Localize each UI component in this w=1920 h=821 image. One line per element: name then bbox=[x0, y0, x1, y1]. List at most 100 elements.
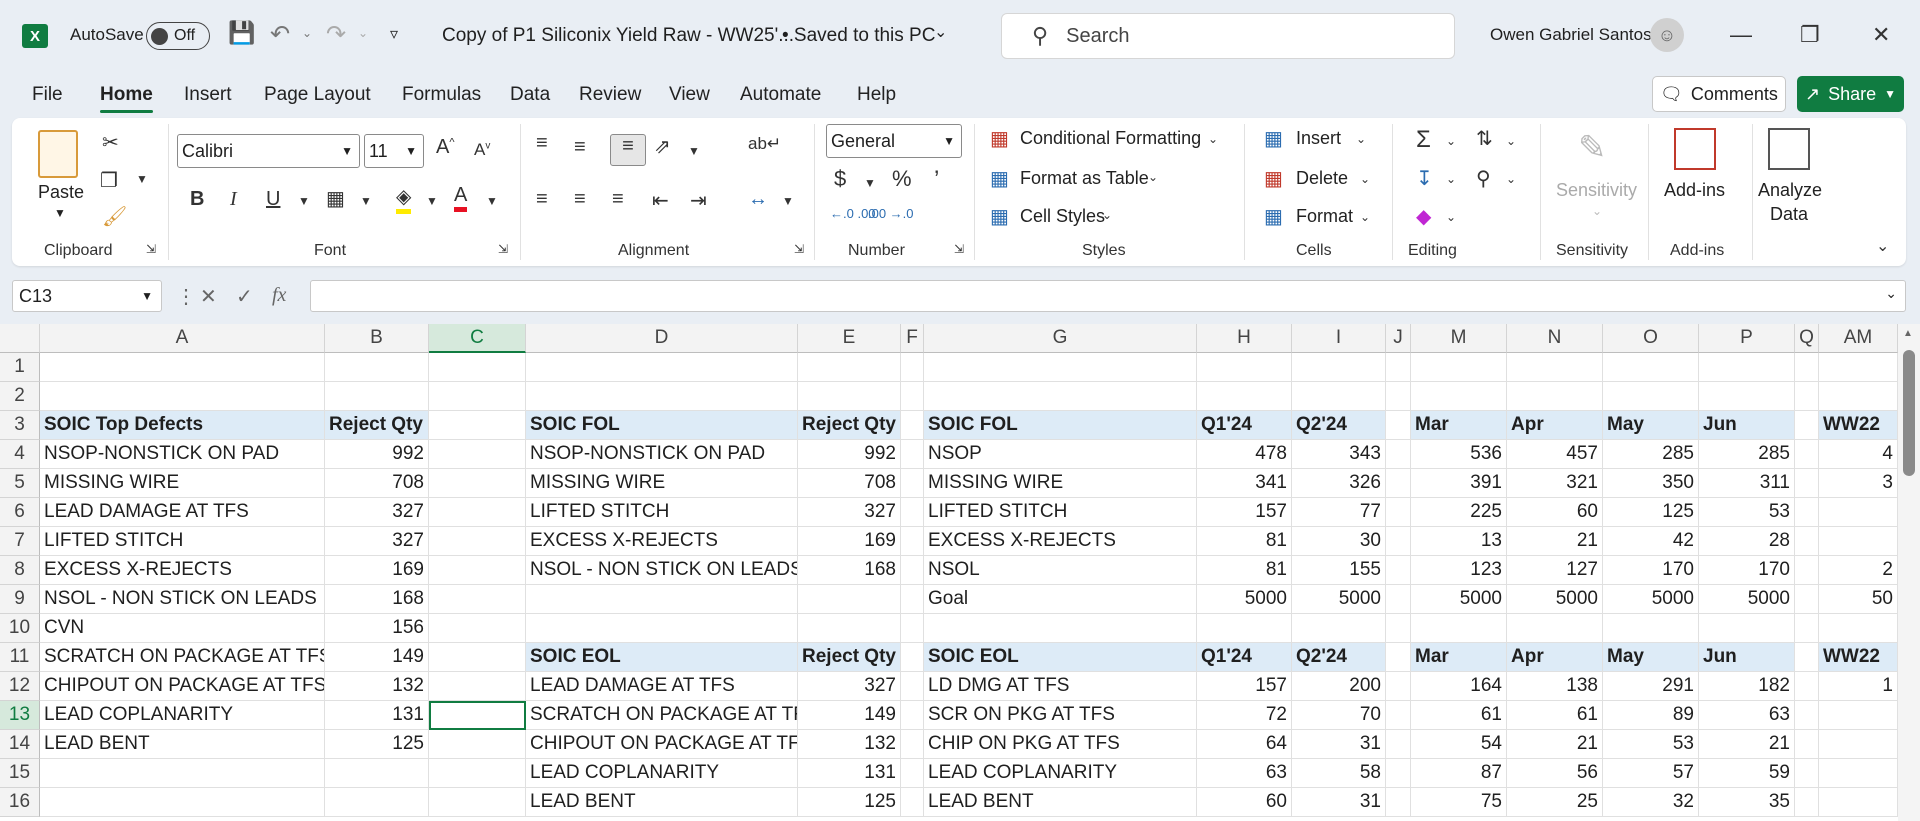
cell-a1[interactable] bbox=[40, 353, 325, 382]
cell-q12[interactable] bbox=[1795, 672, 1819, 701]
cell-a13[interactable]: LEAD COPLANARITY bbox=[40, 701, 325, 730]
cell-c5[interactable] bbox=[429, 469, 526, 498]
cell-q8[interactable] bbox=[1795, 556, 1819, 585]
cell-am16[interactable] bbox=[1819, 788, 1898, 817]
format-painter-icon[interactable]: 🖌 bbox=[102, 204, 127, 229]
cell-g14[interactable]: CHIP ON PKG AT TFS bbox=[924, 730, 1197, 759]
cell-n4[interactable]: 457 bbox=[1507, 440, 1603, 469]
font-color-icon[interactable]: A bbox=[454, 184, 468, 212]
cell-c6[interactable] bbox=[429, 498, 526, 527]
cell-b13[interactable]: 131 bbox=[325, 701, 429, 730]
cell-c2[interactable] bbox=[429, 382, 526, 411]
cell-i5[interactable]: 326 bbox=[1292, 469, 1386, 498]
font-color-dropdown-icon[interactable]: ▼ bbox=[486, 194, 498, 208]
autosum-dropdown-icon[interactable]: ⌄ bbox=[1446, 134, 1456, 148]
cell-m3[interactable]: Mar bbox=[1411, 411, 1507, 440]
insert-cells-chevron-icon[interactable]: ⌄ bbox=[1356, 132, 1366, 146]
add-ins-button[interactable]: Add-ins bbox=[1664, 180, 1725, 201]
cell-g1[interactable] bbox=[924, 353, 1197, 382]
cell-a16[interactable] bbox=[40, 788, 325, 817]
orientation-dropdown-icon[interactable]: ▼ bbox=[688, 144, 700, 158]
analyze-data-button[interactable]: Analyze bbox=[1758, 180, 1822, 201]
share-button[interactable]: ↗ Share ▼ bbox=[1797, 76, 1904, 112]
cell-h15[interactable]: 63 bbox=[1197, 759, 1292, 788]
tab-page-layout[interactable]: Page Layout bbox=[264, 84, 371, 106]
cell-b2[interactable] bbox=[325, 382, 429, 411]
cell-g4[interactable]: NSOP bbox=[924, 440, 1197, 469]
decrease-indent-icon[interactable]: ⇤ bbox=[652, 188, 669, 213]
cell-am9[interactable]: 50 bbox=[1819, 585, 1898, 614]
cell-e11[interactable]: Reject Qty bbox=[798, 643, 901, 672]
cell-b3[interactable]: Reject Qty bbox=[325, 411, 429, 440]
cell-f6[interactable] bbox=[901, 498, 924, 527]
cell-a2[interactable] bbox=[40, 382, 325, 411]
cell-g9[interactable]: Goal bbox=[924, 585, 1197, 614]
cell-m4[interactable]: 536 bbox=[1411, 440, 1507, 469]
cell-c4[interactable] bbox=[429, 440, 526, 469]
cell-n15[interactable]: 56 bbox=[1507, 759, 1603, 788]
cell-m13[interactable]: 61 bbox=[1411, 701, 1507, 730]
cell-j13[interactable] bbox=[1386, 701, 1411, 730]
scrollbar-thumb[interactable] bbox=[1903, 350, 1915, 476]
underline-icon[interactable]: U bbox=[266, 188, 280, 211]
cell-a6[interactable]: LEAD DAMAGE AT TFS bbox=[40, 498, 325, 527]
cancel-icon[interactable]: ✕ bbox=[200, 284, 217, 309]
cell-e15[interactable]: 131 bbox=[798, 759, 901, 788]
cell-d9[interactable] bbox=[526, 585, 798, 614]
cell-am2[interactable] bbox=[1819, 382, 1898, 411]
align-bottom-icon[interactable]: ≡ bbox=[610, 134, 646, 166]
row-header[interactable]: 2 bbox=[0, 382, 40, 411]
cell-p5[interactable]: 311 bbox=[1699, 469, 1795, 498]
fill-color-icon[interactable]: ◈ bbox=[396, 184, 412, 214]
clear-icon[interactable]: ◆ bbox=[1416, 204, 1431, 229]
minimize-icon[interactable]: — bbox=[1730, 22, 1752, 48]
cell-c1[interactable] bbox=[429, 353, 526, 382]
tab-formulas[interactable]: Formulas bbox=[402, 84, 481, 106]
fill-color-dropdown-icon[interactable]: ▼ bbox=[426, 194, 438, 208]
cell-b11[interactable]: 149 bbox=[325, 643, 429, 672]
cell-p1[interactable] bbox=[1699, 353, 1795, 382]
cell-g15[interactable]: LEAD COPLANARITY bbox=[924, 759, 1197, 788]
cell-d15[interactable]: LEAD COPLANARITY bbox=[526, 759, 798, 788]
cell-am11[interactable]: WW22 bbox=[1819, 643, 1898, 672]
cell-d6[interactable]: LIFTED STITCH bbox=[526, 498, 798, 527]
undo-icon[interactable]: ↶ bbox=[270, 20, 290, 49]
cell-q16[interactable] bbox=[1795, 788, 1819, 817]
cell-m6[interactable]: 225 bbox=[1411, 498, 1507, 527]
cell-am12[interactable]: 1 bbox=[1819, 672, 1898, 701]
cell-f8[interactable] bbox=[901, 556, 924, 585]
cell-g12[interactable]: LD DMG AT TFS bbox=[924, 672, 1197, 701]
align-left-icon[interactable]: ≡ bbox=[536, 188, 548, 211]
cell-o7[interactable]: 42 bbox=[1603, 527, 1699, 556]
tab-home[interactable]: Home bbox=[100, 84, 153, 113]
cell-e3[interactable]: Reject Qty bbox=[798, 411, 901, 440]
cell-j1[interactable] bbox=[1386, 353, 1411, 382]
cell-g2[interactable] bbox=[924, 382, 1197, 411]
underline-dropdown-icon[interactable]: ▼ bbox=[298, 194, 310, 208]
redo-icon[interactable]: ↷ bbox=[326, 20, 346, 49]
cell-q14[interactable] bbox=[1795, 730, 1819, 759]
copy-icon[interactable]: ❐ bbox=[100, 168, 118, 193]
column-header-e[interactable]: E bbox=[798, 324, 901, 353]
cell-p6[interactable]: 53 bbox=[1699, 498, 1795, 527]
cell-e8[interactable]: 168 bbox=[798, 556, 901, 585]
cell-o2[interactable] bbox=[1603, 382, 1699, 411]
align-middle-icon[interactable]: ≡ bbox=[574, 136, 586, 159]
cell-a3[interactable]: SOIC Top Defects bbox=[40, 411, 325, 440]
cell-e10[interactable] bbox=[798, 614, 901, 643]
cell-q15[interactable] bbox=[1795, 759, 1819, 788]
cell-g11[interactable]: SOIC EOL bbox=[924, 643, 1197, 672]
cell-e13[interactable]: 149 bbox=[798, 701, 901, 730]
add-ins-icon[interactable] bbox=[1674, 128, 1716, 170]
scroll-up-icon[interactable]: ▲ bbox=[1903, 328, 1913, 339]
cell-m11[interactable]: Mar bbox=[1411, 643, 1507, 672]
cell-am13[interactable] bbox=[1819, 701, 1898, 730]
format-cells-button[interactable]: Format bbox=[1296, 206, 1353, 227]
cell-c3[interactable] bbox=[429, 411, 526, 440]
cell-q7[interactable] bbox=[1795, 527, 1819, 556]
cell-b16[interactable] bbox=[325, 788, 429, 817]
column-header-i[interactable]: I bbox=[1292, 324, 1386, 353]
cell-n1[interactable] bbox=[1507, 353, 1603, 382]
row-header[interactable]: 1 bbox=[0, 353, 40, 382]
cell-j10[interactable] bbox=[1386, 614, 1411, 643]
